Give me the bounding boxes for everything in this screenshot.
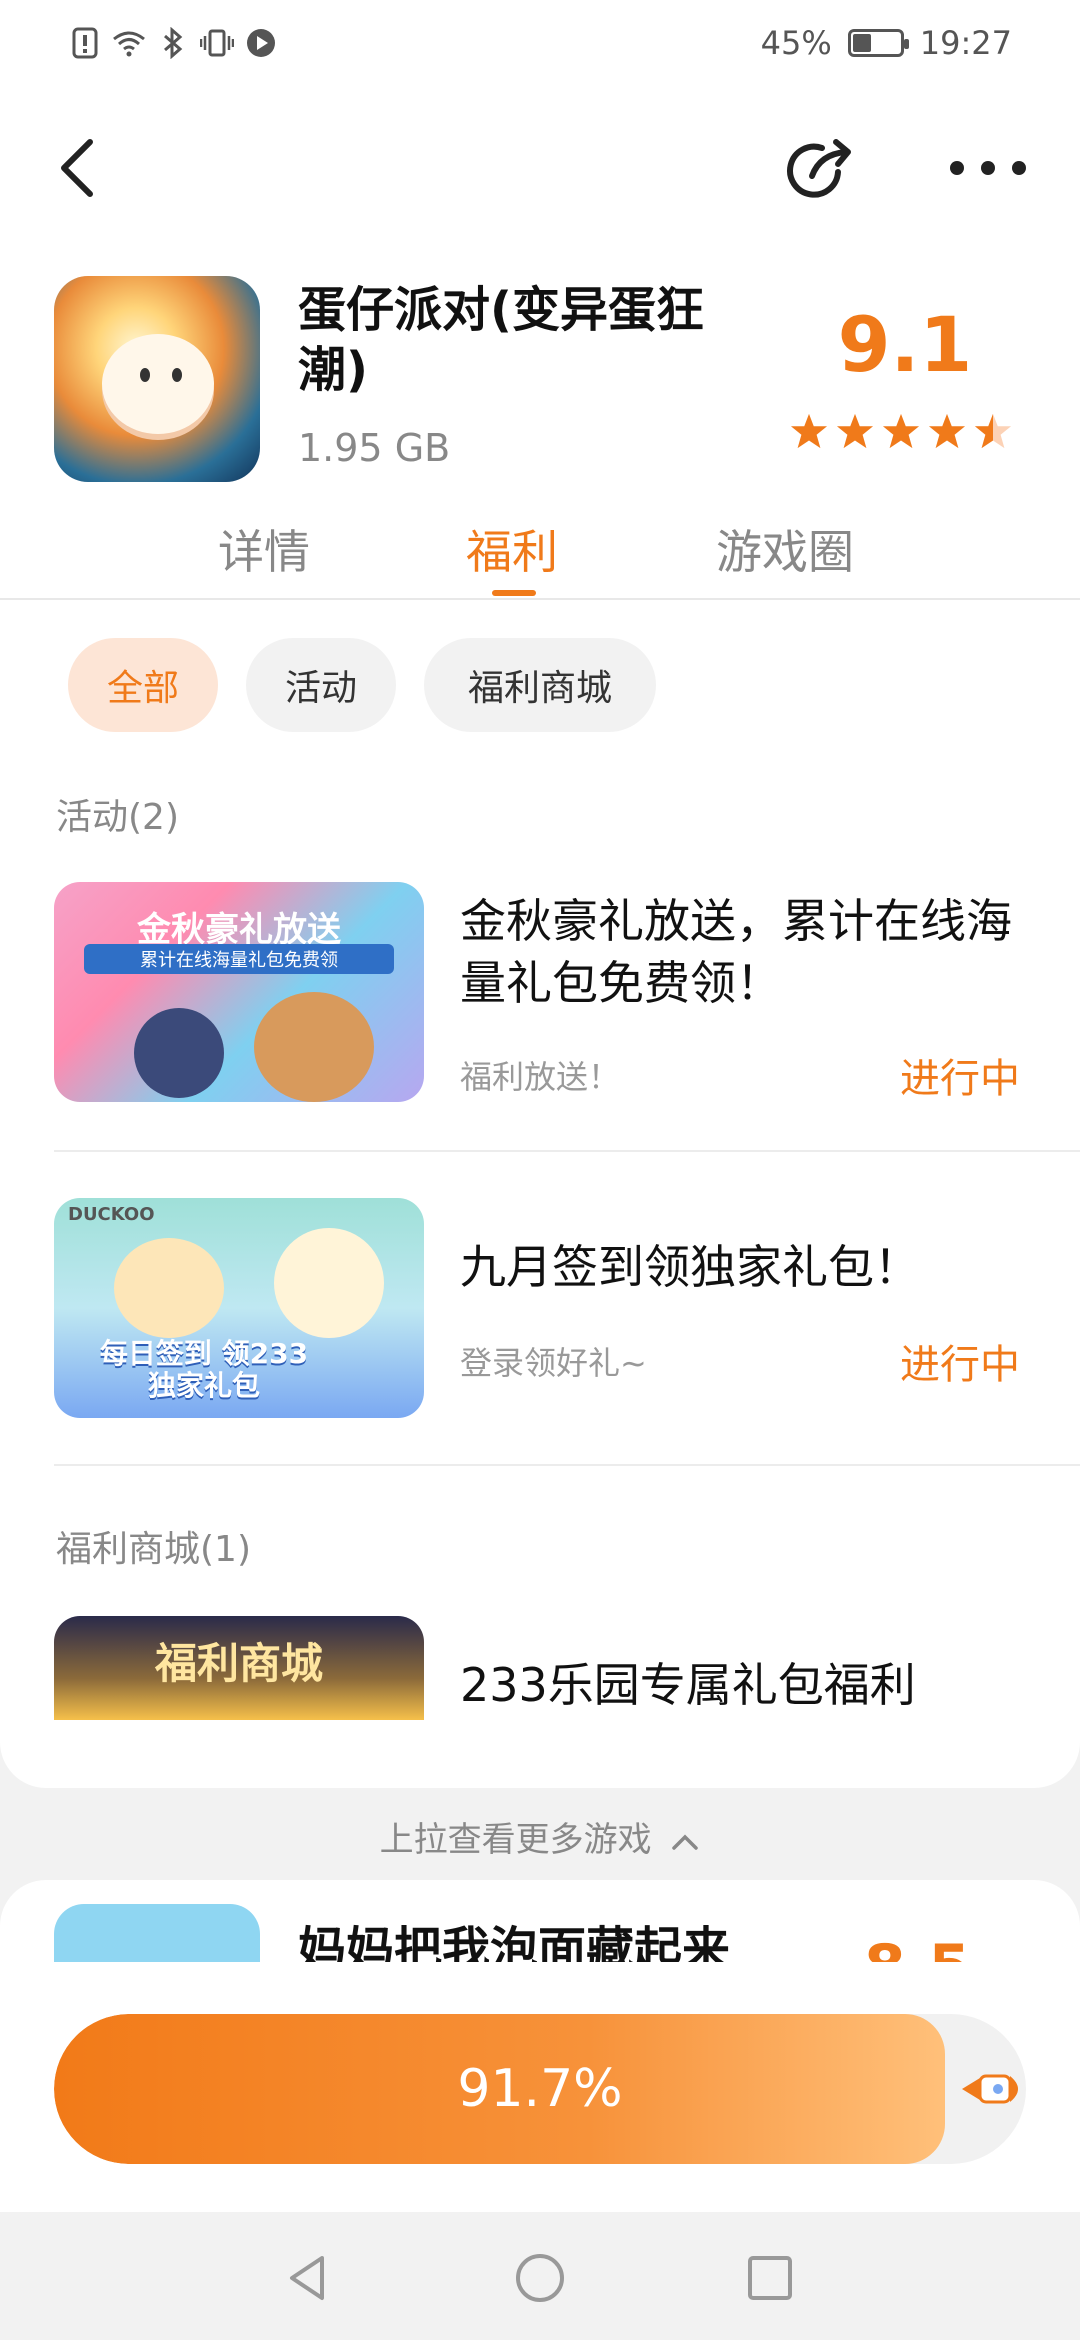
active-tab-indicator — [492, 590, 536, 596]
app-detail-page: 45% 19:27 蛋仔派对(变异蛋狂潮) 1.95 GB 9.1 详情 福利 … — [0, 0, 1080, 2340]
mascot-eye — [172, 368, 182, 382]
mall-thumbnail[interactable]: 福利商城 — [54, 1616, 424, 1720]
more-dot — [981, 161, 995, 175]
mascot-eye — [140, 368, 150, 382]
thumbnail-title: 每日签到 领233独家礼包 — [99, 1337, 309, 1402]
sim-alert-icon — [68, 26, 102, 60]
tab-bar: 详情 福利 游戏圈 — [0, 516, 1080, 600]
status-right: 45% 19:27 — [761, 24, 1012, 62]
play-icon — [244, 26, 278, 60]
app-score: 9.1 — [837, 300, 973, 389]
pull-up-text: 上拉查看更多游戏 — [379, 1820, 652, 1860]
activity-status: 进行中 — [900, 1056, 1020, 1102]
pull-up-hint[interactable]: 上拉查看更多游戏 — [0, 1812, 1080, 1861]
section-label-activity: 活动(2) — [56, 797, 179, 838]
app-title: 蛋仔派对(变异蛋狂潮) — [298, 282, 704, 398]
activity-subtitle: 福利放送！ — [460, 1058, 621, 1096]
activity-thumbnail[interactable]: 金秋豪礼放送 累计在线海量礼包免费领 — [54, 882, 424, 1102]
share-button[interactable] — [786, 136, 858, 202]
mascot-shape — [134, 1008, 224, 1098]
activity-subtitle: 登录领好礼~ — [460, 1344, 647, 1382]
half-star-icon — [974, 413, 1012, 449]
thumbnail-subtitle: 累计在线海量礼包免费领 — [84, 944, 394, 974]
download-progress-text: 91.7% — [457, 2059, 623, 2119]
back-arrow-icon — [61, 139, 93, 197]
thumbnail-brand: DUCKOO — [68, 1204, 155, 1225]
star-icon — [790, 413, 828, 449]
filter-all[interactable]: 全部 — [68, 638, 218, 732]
system-nav-bar — [0, 2212, 1080, 2340]
mascot-shape — [102, 334, 214, 434]
vibrate-icon — [200, 26, 234, 60]
divider — [54, 1464, 1080, 1466]
app-size: 1.95 GB — [298, 426, 451, 470]
star-icon — [836, 413, 874, 449]
chevron-up-icon — [672, 1834, 699, 1850]
download-progress-button[interactable]: 91.7% — [54, 2014, 1026, 2164]
activity-title[interactable]: 九月签到领独家礼包！ — [460, 1236, 1040, 1298]
app-icon — [54, 276, 260, 482]
activity-status: 进行中 — [900, 1342, 1020, 1388]
back-triangle-icon[interactable] — [278, 2248, 338, 2308]
wifi-icon — [112, 26, 146, 60]
recents-square-icon[interactable] — [740, 2248, 800, 2308]
more-dot — [950, 161, 964, 175]
back-button[interactable] — [56, 138, 100, 198]
home-circle-icon[interactable] — [510, 2248, 570, 2308]
tab-details[interactable]: 详情 — [218, 516, 310, 582]
battery-percent: 45% — [760, 24, 832, 62]
activity-thumbnail[interactable]: DUCKOO 每日签到 领233独家礼包 — [54, 1198, 424, 1418]
star-icon — [882, 413, 920, 449]
tab-game-circle[interactable]: 游戏圈 — [716, 516, 854, 582]
tab-benefits[interactable]: 福利 — [466, 516, 558, 582]
content-card: 45% 19:27 蛋仔派对(变异蛋狂潮) 1.95 GB 9.1 详情 福利 … — [0, 0, 1080, 1788]
status-bar: 45% 19:27 — [0, 0, 1080, 88]
battery-level — [852, 34, 872, 52]
clock: 19:27 — [919, 24, 1012, 62]
thumbnail-title: 福利商城 — [154, 1639, 323, 1688]
filter-activity[interactable]: 活动 — [246, 638, 396, 732]
divider — [54, 1150, 1080, 1152]
activity-title[interactable]: 金秋豪礼放送，累计在线海量礼包免费领！ — [460, 890, 1040, 1014]
share-icon — [787, 139, 851, 198]
status-icons — [68, 26, 278, 60]
star-icon — [928, 413, 966, 449]
rating-stars — [790, 412, 1012, 450]
battery-icon — [847, 29, 909, 57]
more-dot — [1012, 161, 1026, 175]
rocket-icon — [962, 2074, 1018, 2104]
mascot-shape — [114, 1238, 224, 1338]
section-label-mall: 福利商城(1) — [56, 1529, 251, 1570]
filter-mall[interactable]: 福利商城 — [424, 638, 656, 732]
mascot-shape — [254, 992, 374, 1102]
bluetooth-icon — [156, 26, 190, 60]
mall-title[interactable]: 233乐园专属礼包福利 — [460, 1654, 1040, 1716]
duck-shape — [274, 1228, 384, 1338]
more-button[interactable] — [950, 150, 1026, 186]
